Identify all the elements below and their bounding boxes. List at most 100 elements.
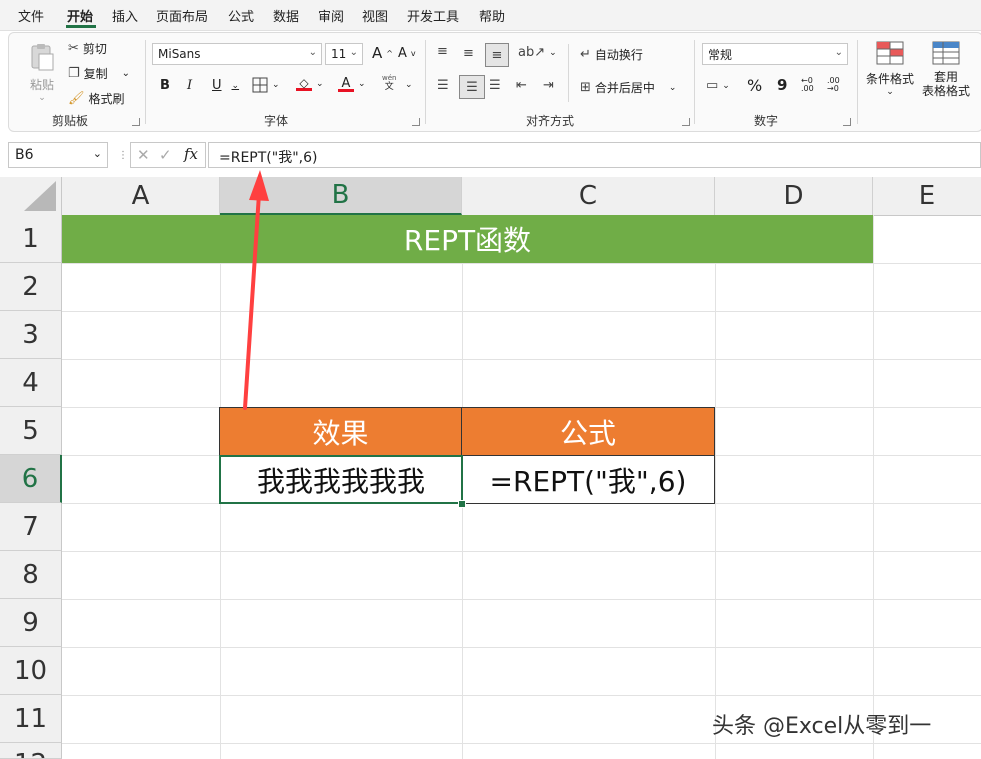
menu-view[interactable]: 视图: [362, 6, 388, 25]
menu-review[interactable]: 审阅: [318, 6, 344, 25]
cut-label: 剪切: [82, 42, 107, 56]
select-all-button[interactable]: [0, 177, 62, 215]
menu-bar: 文件 开始 插入 页面布局 公式 数据 审阅 视图 开发工具 帮助: [0, 0, 981, 31]
row-header-7[interactable]: 7: [0, 503, 62, 551]
column-header-d[interactable]: D: [715, 177, 873, 215]
dialog-launcher-icon[interactable]: [132, 118, 140, 126]
row-header-4[interactable]: 4: [0, 359, 62, 407]
header-formula-cell[interactable]: 公式: [461, 407, 715, 456]
number-format-select[interactable]: 常规 ⌄: [702, 43, 848, 65]
fill-handle[interactable]: [458, 500, 466, 508]
borders-button[interactable]: ⌄: [252, 77, 280, 93]
separator: [568, 44, 569, 102]
increase-decimal-icon: ←0.00: [801, 76, 814, 93]
wrap-text-button[interactable]: ↵ 自动换行: [580, 46, 643, 63]
formula-buttons: ✕ ✓ fx: [130, 142, 206, 168]
row-header-3[interactable]: 3: [0, 311, 62, 359]
format-as-table-label-2: 表格格式: [922, 84, 971, 98]
phonetic-button[interactable]: wén 文: [382, 74, 396, 92]
gridline: [873, 215, 874, 759]
row-header-2[interactable]: 2: [0, 263, 62, 311]
format-as-table-label-1: 套用: [933, 70, 958, 84]
chevron-down-icon: ⌄: [349, 47, 358, 58]
copy-icon: ❐: [68, 66, 80, 81]
row-header-10[interactable]: 10: [0, 647, 62, 695]
row-header-12-label: 12: [14, 749, 47, 758]
menu-page-layout[interactable]: 页面布局: [156, 6, 208, 25]
cut-button[interactable]: ✂ 剪切: [68, 40, 107, 57]
increase-font-button[interactable]: A ^: [372, 44, 393, 62]
gridline: [62, 263, 981, 264]
percent-style-button[interactable]: %: [747, 76, 762, 95]
borders-icon: [252, 77, 268, 93]
increase-indent-icon: ⇥: [543, 78, 554, 93]
column-header-e[interactable]: E: [873, 177, 981, 215]
value-effect-cell-selected[interactable]: 我我我我我我: [219, 455, 463, 504]
percent-icon: %: [747, 76, 763, 95]
decrease-decimal-button[interactable]: .00 →0: [827, 77, 840, 93]
row-header-11[interactable]: 11: [0, 695, 62, 743]
enter-icon[interactable]: ✓: [159, 146, 172, 164]
row-header-6[interactable]: 6: [0, 455, 62, 503]
paste-button[interactable]: 粘贴 ⌄: [24, 42, 60, 103]
column-header-a[interactable]: A: [62, 177, 220, 215]
separator: [857, 40, 858, 124]
merge-center-button[interactable]: ⊞ 合并后居中 ⌄: [580, 79, 676, 96]
menu-formulas[interactable]: 公式: [228, 6, 254, 25]
font-color-icon: A: [338, 76, 354, 92]
decrease-indent-button[interactable]: ⇤: [516, 78, 527, 93]
bold-button[interactable]: B: [160, 78, 170, 93]
formula-input[interactable]: =REPT("我",6): [208, 142, 981, 168]
dialog-launcher-icon[interactable]: [843, 118, 851, 126]
row-header-12[interactable]: 12: [0, 743, 62, 759]
row-header-9[interactable]: 9: [0, 599, 62, 647]
row-header-5[interactable]: 5: [0, 407, 62, 455]
dialog-launcher-icon[interactable]: [412, 118, 420, 126]
column-header-c[interactable]: C: [462, 177, 715, 215]
menu-home[interactable]: 开始: [67, 6, 93, 25]
align-top-button[interactable]: ≡: [437, 44, 448, 59]
title-cell[interactable]: REPT函数: [62, 215, 873, 263]
conditional-format-button[interactable]: 条件格式 ⌄: [862, 40, 918, 97]
increase-decimal-button[interactable]: ←0.00: [801, 77, 814, 93]
fill-bucket-icon: ◇: [296, 76, 312, 91]
format-painter-button[interactable]: 🖌 格式刷: [68, 90, 125, 107]
increase-indent-button[interactable]: ⇥: [543, 78, 554, 93]
font-name-select[interactable]: MiSans ⌄: [152, 43, 322, 65]
row-header-1[interactable]: 1: [0, 215, 62, 263]
fill-color-button[interactable]: ◇ ⌄: [296, 76, 324, 91]
chevron-down-icon[interactable]: ⌄: [405, 80, 413, 90]
orientation-button[interactable]: ab↗ ⌄: [518, 45, 557, 60]
format-as-table-button[interactable]: 套用 表格格式: [922, 40, 970, 98]
decrease-font-button[interactable]: Av: [398, 46, 416, 61]
align-left-button[interactable]: ☰: [437, 78, 449, 93]
font-color-button[interactable]: A ⌄: [338, 76, 366, 92]
value-formula-cell[interactable]: =REPT("我",6): [461, 455, 715, 504]
align-middle-button[interactable]: ≡: [463, 46, 474, 61]
cancel-icon[interactable]: ✕: [137, 146, 150, 164]
comma-style-button[interactable]: 9: [777, 76, 787, 94]
menu-insert[interactable]: 插入: [112, 6, 138, 25]
menu-file[interactable]: 文件: [18, 6, 44, 25]
font-size-select[interactable]: 11 ⌄: [325, 43, 363, 65]
row-header-8[interactable]: 8: [0, 551, 62, 599]
menu-data[interactable]: 数据: [273, 6, 299, 25]
italic-button[interactable]: I: [187, 78, 192, 93]
align-center-button[interactable]: ☰: [459, 75, 485, 99]
name-box[interactable]: B6 ⌄: [8, 142, 108, 168]
align-right-button[interactable]: ☰: [489, 78, 501, 93]
align-right-icon: ☰: [489, 78, 501, 93]
chevron-down-icon: ⌄: [834, 47, 843, 58]
font-group-label: 字体: [264, 114, 289, 128]
wrap-text-label: 自动换行: [594, 48, 643, 62]
dialog-launcher-icon[interactable]: [682, 118, 690, 126]
underline-button[interactable]: U ⌄: [212, 78, 239, 93]
align-bottom-button[interactable]: ≡: [485, 43, 509, 67]
gridline: [62, 647, 981, 648]
chevron-down-icon: ⌄: [308, 47, 317, 58]
menu-developer[interactable]: 开发工具: [407, 6, 459, 25]
menu-help[interactable]: 帮助: [479, 6, 505, 25]
insert-function-icon[interactable]: fx: [184, 145, 198, 163]
accounting-format-button[interactable]: ▭ ⌄: [706, 78, 730, 93]
copy-button[interactable]: ❐ 复制 ⌄: [68, 65, 130, 82]
